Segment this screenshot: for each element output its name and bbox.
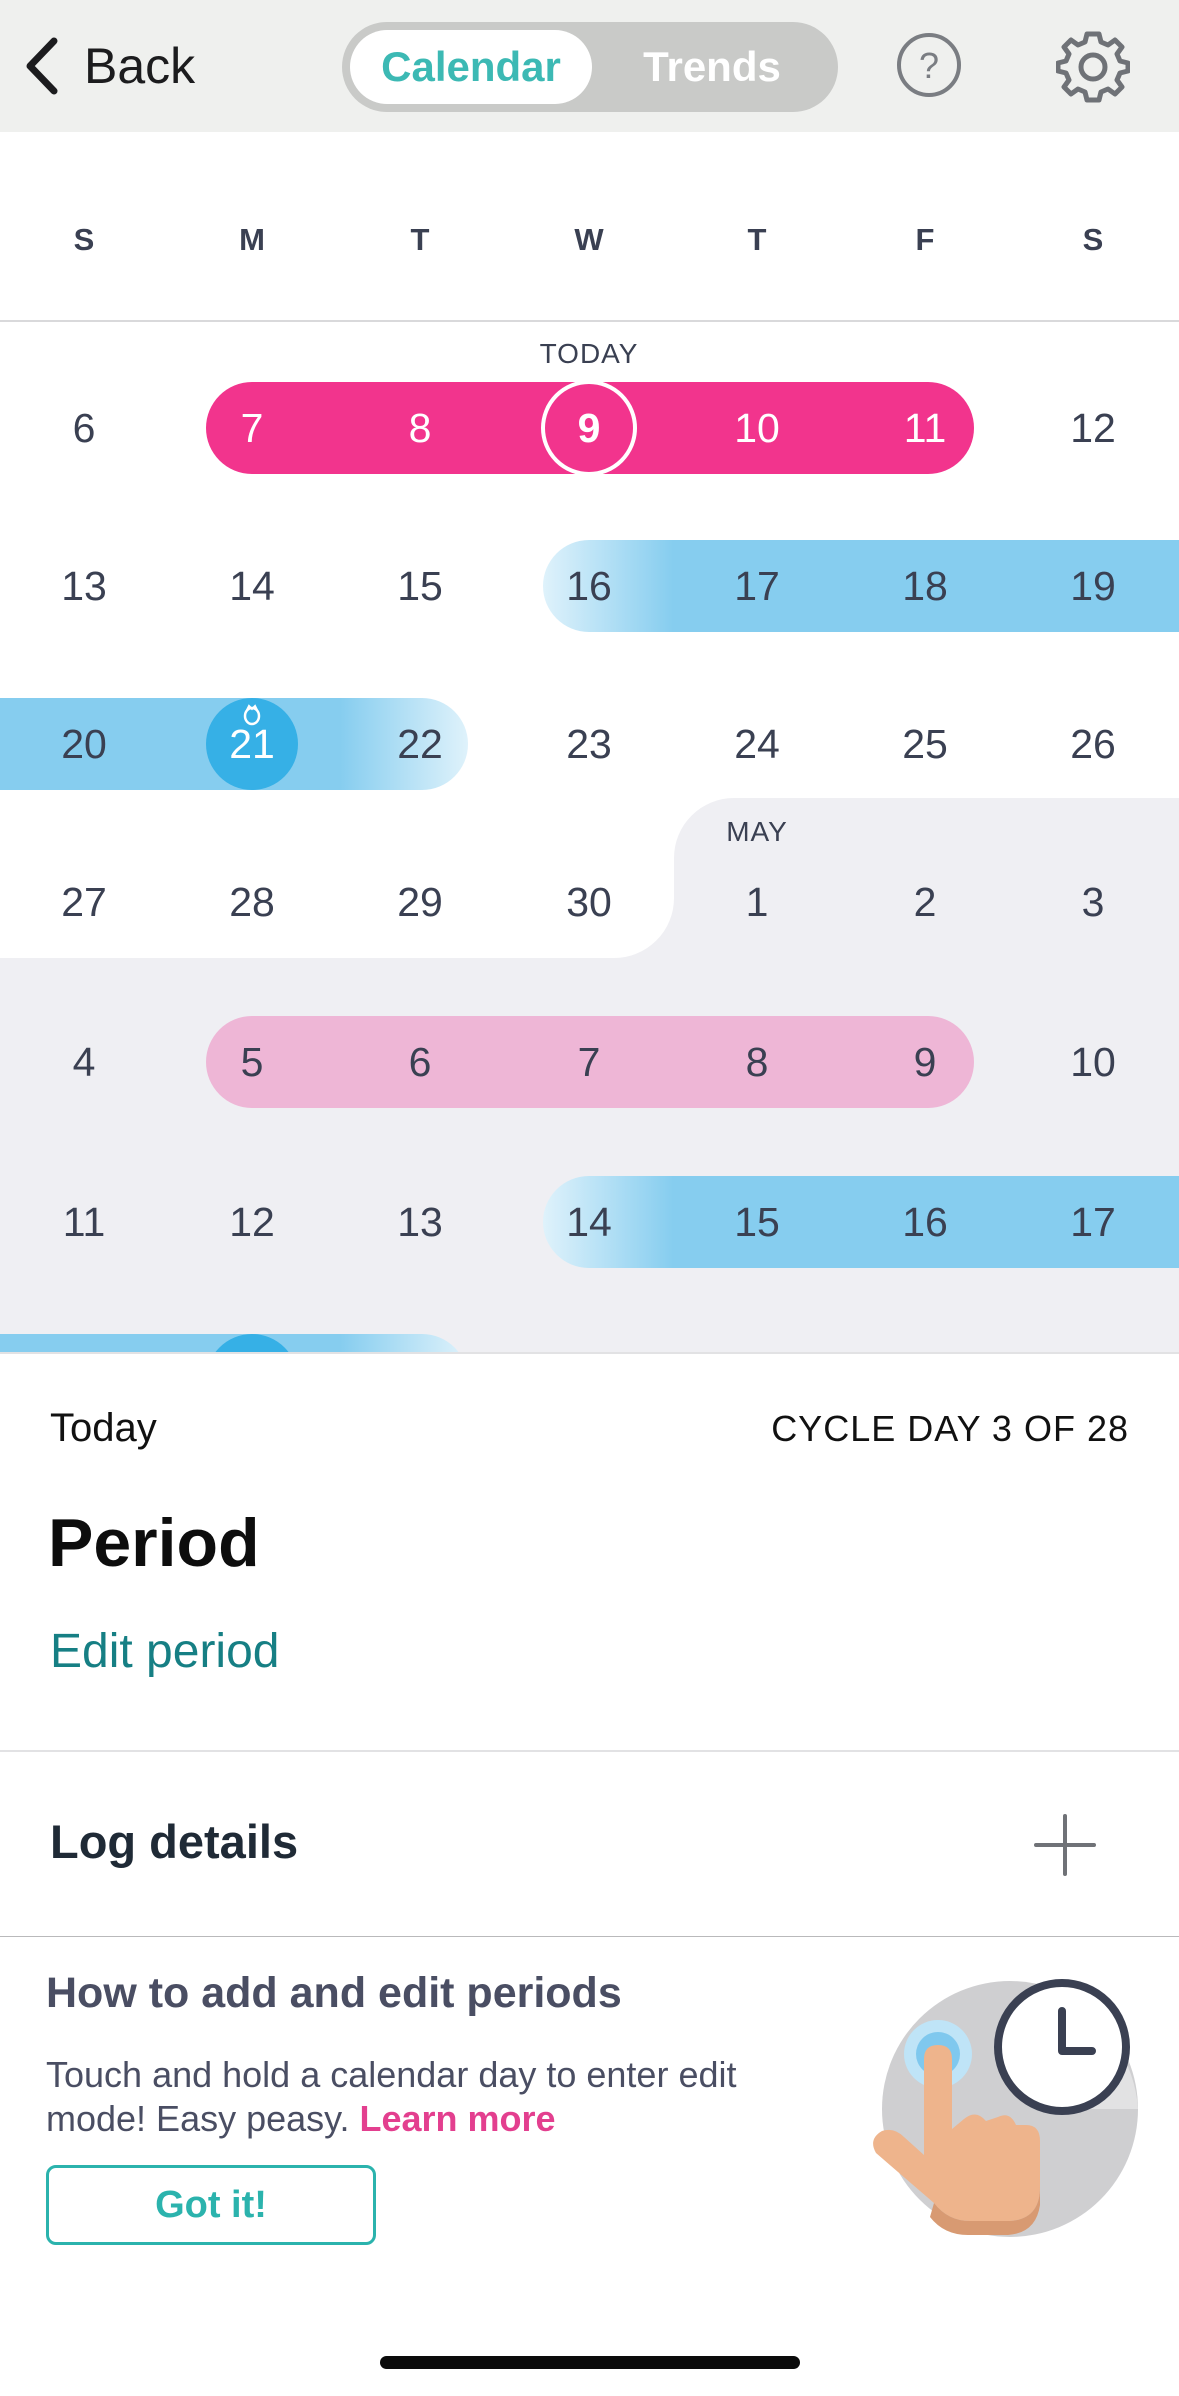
calendar-day[interactable]: 21 xyxy=(192,714,312,774)
tip-body: Touch and hold a calendar day to enter e… xyxy=(46,2053,806,2141)
calendar-day[interactable]: 30 xyxy=(529,872,649,932)
calendar-day[interactable]: 6 xyxy=(360,1032,480,1092)
calendar-day[interactable]: 24 xyxy=(697,714,817,774)
panel-today-label: Today xyxy=(50,1406,157,1450)
calendar-day[interactable]: 10 xyxy=(697,398,817,458)
hand-tap-clock-icon xyxy=(873,1979,1138,2237)
calendar-day[interactable]: 11 xyxy=(24,1192,144,1252)
tip-card: How to add and edit periods Touch and ho… xyxy=(0,1937,1179,2337)
calendar-day[interactable]: 12 xyxy=(192,1192,312,1252)
calendar-day[interactable]: 28 xyxy=(192,872,312,932)
calendar-day[interactable]: 26 xyxy=(1033,714,1153,774)
calendar-day[interactable]: 27 xyxy=(24,872,144,932)
tab-calendar[interactable]: Calendar xyxy=(350,30,592,104)
weekday-tue: T xyxy=(410,222,430,257)
calendar-day[interactable]: 5 xyxy=(192,1032,312,1092)
log-details-label: Log details xyxy=(50,1815,299,1868)
calendar-day[interactable]: 9 xyxy=(529,398,649,458)
calendar-day[interactable]: 19 xyxy=(1033,556,1153,616)
calendar-day[interactable]: 13 xyxy=(24,556,144,616)
back-label: Back xyxy=(84,38,196,94)
calendar-day[interactable]: 15 xyxy=(360,556,480,616)
calendar-day[interactable]: 17 xyxy=(697,556,817,616)
weekday-fri: F xyxy=(915,222,935,257)
today-label: TODAY xyxy=(539,338,639,369)
calendar-day[interactable]: 18 xyxy=(865,556,985,616)
cycle-day-label: CYCLE DAY 3 OF 28 xyxy=(771,1408,1129,1449)
calendar-day[interactable]: 13 xyxy=(360,1192,480,1252)
gear-icon[interactable] xyxy=(1056,30,1130,104)
calendar-day[interactable]: 6 xyxy=(24,398,144,458)
calendar-day[interactable]: 1 xyxy=(697,872,817,932)
plus-icon[interactable] xyxy=(1030,1810,1100,1880)
tip-title: How to add and edit periods xyxy=(46,1969,622,2017)
calendar-day[interactable]: 10 xyxy=(1033,1032,1153,1092)
calendar-day[interactable]: 16 xyxy=(529,556,649,616)
learn-more-link[interactable]: Learn more xyxy=(360,2098,556,2139)
chevron-left-icon xyxy=(26,37,58,95)
question-circle-icon[interactable]: ? xyxy=(896,32,962,98)
calendar-day[interactable]: 17 xyxy=(1033,1192,1153,1252)
calendar-day[interactable]: 3 xyxy=(1033,872,1153,932)
got-it-button[interactable]: Got it! xyxy=(46,2165,376,2245)
calendar-day[interactable]: 22 xyxy=(360,714,480,774)
calendar-day[interactable]: 29 xyxy=(360,872,480,932)
may-month-label: MAY xyxy=(726,816,788,847)
calendar-day[interactable]: 14 xyxy=(529,1192,649,1252)
calendar-day[interactable]: 8 xyxy=(697,1032,817,1092)
edit-period-link[interactable]: Edit period xyxy=(50,1624,279,1679)
calendar-grid: TODAY MAY 6 7 8 9 10 11 12 13 14 15 16 17 18 19 20 21 22… xyxy=(0,322,1179,1352)
calendar-day[interactable]: 7 xyxy=(529,1032,649,1092)
weekday-header: S M T W T F S xyxy=(0,132,1179,322)
calendar-day[interactable]: 9 xyxy=(865,1032,985,1092)
weekday-thu: T xyxy=(747,222,767,257)
calendar-day[interactable]: 12 xyxy=(1033,398,1153,458)
top-bar: Back Calendar Trends ? xyxy=(0,0,1179,132)
cycle-phase-title: Period xyxy=(48,1505,260,1581)
calendar-day[interactable]: 11 xyxy=(865,398,985,458)
tab-trends[interactable]: Trends xyxy=(594,30,830,104)
weekday-mon: M xyxy=(239,222,265,257)
log-details-row[interactable]: Log details xyxy=(0,1750,1179,1939)
back-button[interactable]: Back xyxy=(22,30,195,102)
weekday-sat: S xyxy=(1082,222,1104,257)
today-panel: Today CYCLE DAY 3 OF 28 Period Edit peri… xyxy=(0,1352,1179,1754)
calendar-day[interactable]: 8 xyxy=(360,398,480,458)
weekday-sun: S xyxy=(73,222,95,257)
calendar-day[interactable]: 23 xyxy=(529,714,649,774)
calendar-day[interactable]: 14 xyxy=(192,556,312,616)
calendar-day[interactable]: 16 xyxy=(865,1192,985,1252)
calendar-day[interactable]: 20 xyxy=(24,714,144,774)
view-segmented-control: Calendar Trends xyxy=(342,22,838,112)
calendar-day[interactable]: 2 xyxy=(865,872,985,932)
svg-text:?: ? xyxy=(919,45,939,86)
calendar-day[interactable]: 7 xyxy=(192,398,312,458)
calendar-day[interactable]: 25 xyxy=(865,714,985,774)
home-indicator xyxy=(380,2356,800,2369)
weekday-wed: W xyxy=(574,222,604,257)
calendar-day[interactable]: 4 xyxy=(24,1032,144,1092)
calendar-day[interactable]: 15 xyxy=(697,1192,817,1252)
